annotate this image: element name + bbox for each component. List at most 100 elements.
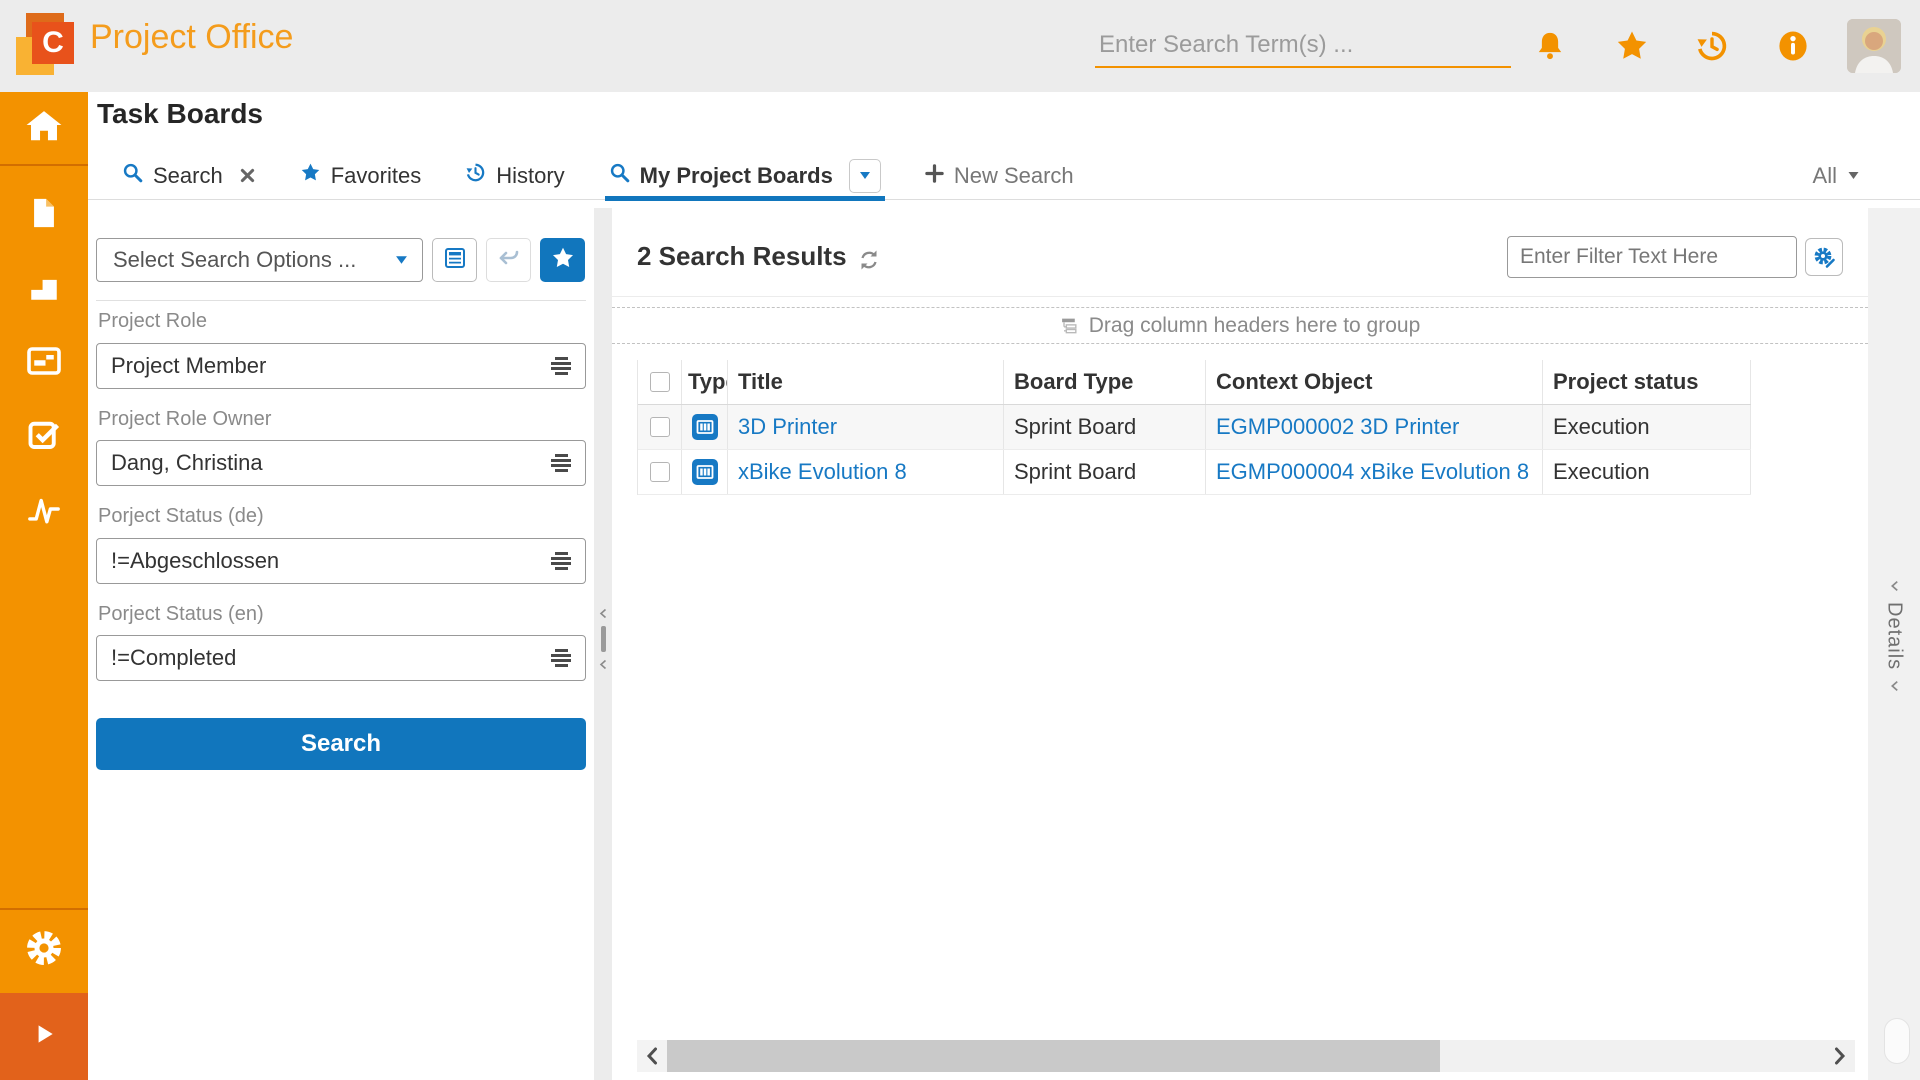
caret-down-icon	[1847, 171, 1860, 180]
tab-new-search[interactable]: New Search	[925, 152, 1074, 200]
app-header: C Project Office	[0, 0, 1920, 92]
project-status-cell: Execution	[1543, 450, 1751, 494]
search-button[interactable]: Search	[96, 718, 586, 770]
details-panel-collapsed: Details	[1868, 208, 1920, 1080]
column-header-title[interactable]: Title	[728, 360, 1004, 404]
tab-dropdown-button[interactable]	[849, 159, 881, 193]
table-row[interactable]: xBike Evolution 8 Sprint Board EGMP00000…	[638, 450, 1751, 495]
star-icon	[551, 246, 575, 275]
column-header-project-status[interactable]: Project status	[1543, 360, 1751, 404]
context-object-link[interactable]: EGMP000004 xBike Evolution 8	[1216, 459, 1529, 485]
context-object-link[interactable]: EGMP000002 3D Printer	[1216, 414, 1459, 440]
row-select-cell	[638, 450, 682, 494]
group-drop-zone[interactable]: Drag column headers here to group	[612, 307, 1868, 344]
page-title: Task Boards	[97, 98, 263, 130]
save-favorite-button[interactable]	[540, 238, 585, 282]
sidebar-item-settings[interactable]	[0, 916, 88, 984]
project-role-input[interactable]	[97, 353, 549, 379]
undo-button[interactable]	[486, 238, 531, 282]
user-avatar[interactable]	[1847, 19, 1901, 73]
filter-lines-icon[interactable]	[549, 357, 573, 375]
sidebar-expand-button[interactable]	[0, 993, 88, 1080]
refresh-icon	[857, 248, 881, 272]
vertical-scrollbar-thumb[interactable]	[1884, 1018, 1910, 1064]
favorites-button[interactable]	[1612, 28, 1652, 68]
project-status-de-input[interactable]	[97, 548, 549, 574]
caret-down-icon	[859, 171, 871, 180]
results-filter-input[interactable]	[1508, 237, 1796, 277]
scroll-right-button[interactable]	[1825, 1040, 1855, 1072]
results-table: Type Title Board Type Context Object Pro…	[637, 360, 1751, 495]
scrollbar-thumb[interactable]	[667, 1040, 1440, 1072]
notifications-button[interactable]	[1530, 28, 1570, 68]
history-icon	[465, 162, 486, 189]
filter-lines-icon[interactable]	[549, 454, 573, 472]
details-toggle[interactable]: Details	[1868, 580, 1920, 692]
history-icon	[1695, 29, 1729, 68]
search-icon	[122, 162, 143, 189]
project-role-field	[96, 343, 586, 389]
document-icon	[27, 196, 61, 235]
sidebar-item-home[interactable]	[0, 92, 88, 166]
filter-lines-icon[interactable]	[549, 552, 573, 570]
sidebar-item-projects[interactable]	[0, 252, 88, 326]
project-status-en-input[interactable]	[97, 645, 549, 671]
tab-search[interactable]: Search	[122, 152, 256, 200]
column-header-context-object[interactable]: Context Object	[1206, 360, 1543, 404]
sidebar-item-tasks[interactable]	[0, 400, 88, 474]
plus-icon	[925, 163, 944, 189]
project-role-owner-field	[96, 440, 586, 486]
row-checkbox[interactable]	[650, 462, 670, 482]
splitter-handle	[601, 626, 606, 652]
tab-favorites[interactable]: Favorites	[300, 152, 421, 200]
home-icon	[25, 107, 63, 150]
task-check-icon	[26, 417, 62, 458]
filter-lines-icon[interactable]	[549, 649, 573, 667]
info-button[interactable]	[1773, 28, 1813, 68]
board-card-icon	[26, 343, 62, 384]
results-header: 2 Search Results	[612, 236, 1868, 280]
history-button[interactable]	[1692, 28, 1732, 68]
field-label: Project Role Owner	[98, 408, 271, 431]
search-icon	[609, 162, 630, 189]
chevron-left-icon	[1890, 680, 1899, 692]
table-row[interactable]: 3D Printer Sprint Board EGMP000002 3D Pr…	[638, 405, 1751, 450]
global-search-input[interactable]	[1095, 24, 1511, 68]
tab-label: My Project Boards	[640, 163, 833, 189]
content-area: Select Search Options ... Project Role	[88, 208, 1920, 1080]
panel-splitter[interactable]	[594, 208, 612, 1080]
field-label: Project Role	[98, 310, 207, 333]
project-role-owner-input[interactable]	[97, 450, 549, 476]
board-title-link[interactable]: xBike Evolution 8	[738, 459, 907, 485]
scrollbar-track[interactable]	[1440, 1040, 1825, 1072]
sidebar-item-documents[interactable]	[0, 178, 88, 252]
column-header-type[interactable]: Type	[682, 360, 728, 404]
info-icon	[1776, 29, 1810, 68]
star-icon	[300, 162, 321, 189]
close-icon[interactable]	[239, 167, 256, 184]
tab-my-project-boards[interactable]: My Project Boards	[609, 152, 881, 200]
sidebar-divider	[0, 908, 88, 910]
column-settings-button[interactable]	[1805, 238, 1843, 276]
sidebar-item-boards[interactable]	[0, 326, 88, 400]
search-options-placeholder: Select Search Options ...	[113, 247, 356, 273]
global-search	[1095, 24, 1511, 68]
field-label: Porject Status (de)	[98, 505, 264, 528]
details-label: Details	[1883, 602, 1906, 670]
activity-pulse-icon	[27, 492, 61, 531]
scroll-left-button[interactable]	[637, 1040, 667, 1072]
app-logo[interactable]: C	[16, 13, 80, 79]
form-view-button[interactable]	[432, 238, 477, 282]
sidebar-menu	[0, 178, 88, 548]
column-header-board-type[interactable]: Board Type	[1004, 360, 1206, 404]
tab-history[interactable]: History	[465, 152, 564, 200]
refresh-button[interactable]	[857, 248, 881, 277]
row-checkbox[interactable]	[650, 417, 670, 437]
app-title: Project Office	[90, 18, 293, 57]
select-all-checkbox[interactable]	[650, 372, 670, 392]
board-title-link[interactable]: 3D Printer	[738, 414, 837, 440]
search-options-select[interactable]: Select Search Options ...	[96, 238, 423, 282]
splitter-grip	[599, 608, 607, 670]
scope-dropdown[interactable]: All	[1813, 163, 1860, 189]
sidebar-item-activity[interactable]	[0, 474, 88, 548]
